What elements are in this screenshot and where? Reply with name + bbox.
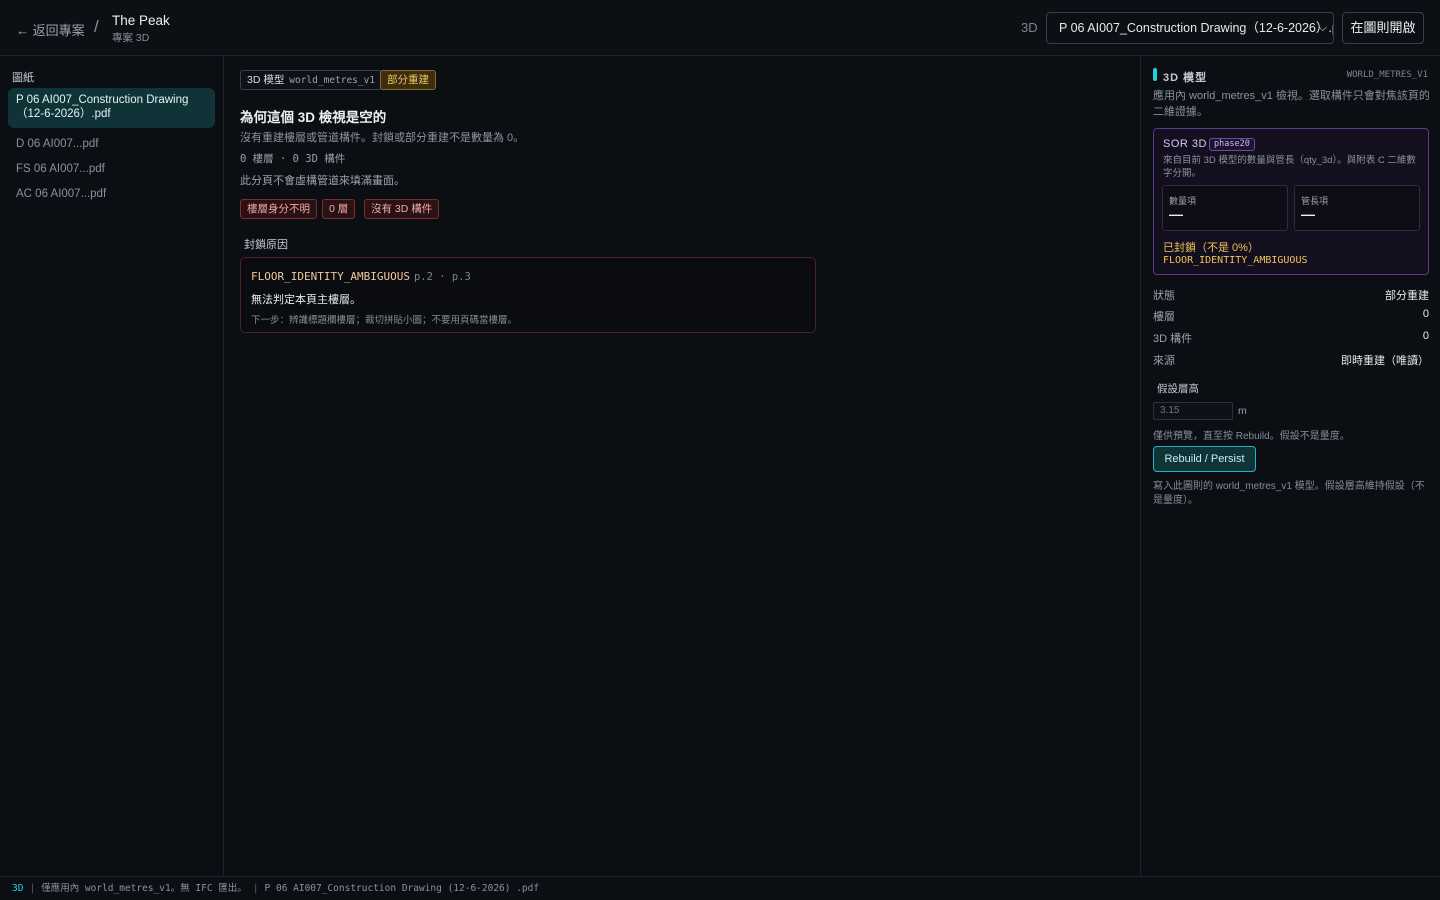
kv-value: 即時重建（唯讀）: [1341, 355, 1429, 367]
sor-3d-card: SOR 3D phase20 來自目前 3D 模型的數量與管長（qty_3d）。…: [1153, 128, 1429, 275]
kv-row-components: 3D 構件 0: [1153, 330, 1429, 346]
status-bar: 3D | 僅應用內 world_metres_v1。無 IFC 匯出。 | P 06 A…: [0, 876, 1440, 900]
tag-floor-unknown: 樓層身分不明: [240, 199, 317, 219]
tag-zero-floors: 0 層: [322, 199, 356, 219]
open-in-drawing-button[interactable]: 在圖則開啟: [1342, 12, 1424, 44]
empty-state-description: 沒有重建樓層或管道構件。封鎖或部分重建不是數量為 0。: [240, 132, 525, 144]
sidebar-file-item[interactable]: AC 06 AI007...pdf: [8, 188, 215, 200]
sidebar-file-item[interactable]: FS 06 AI007...pdf: [8, 163, 215, 175]
model-chip-code: world_metres_v1: [289, 75, 376, 86]
footer-note: 僅應用內 world_metres_v1。無 IFC 匯出。: [41, 883, 247, 894]
drawing-select[interactable]: P 06 AI007_Construction Drawing（12-6-202…: [1046, 12, 1334, 44]
qty-stat-value: —: [1169, 206, 1183, 222]
kv-key: 3D 構件: [1153, 333, 1193, 345]
kv-value: 0: [1422, 330, 1429, 342]
reason-code-text: FLOOR_IDENTITY_AMBIGUOUS: [251, 270, 410, 283]
status-badge: 部分重建: [380, 70, 436, 90]
top-bar: ← 返回專案 / The Peak 專案 3D 3D P 06 AI007_Co…: [0, 0, 1440, 56]
sor-description: 來自目前 3D 模型的數量與管長（qty_3d）。與附表 C 二維數字分開。: [1163, 155, 1416, 179]
drawings-sidebar: 圖紙 P 06 AI007_Construction Drawing（12-6-…: [0, 56, 224, 876]
panel-model-tag: WORLD_METRES_V1: [1346, 70, 1428, 80]
footer-file: P 06 AI007_Construction Drawing (12-6-20…: [264, 883, 540, 894]
empty-state-title: 為何這個 3D 檢視是空的: [240, 110, 387, 125]
model-chip-label: 3D 模型: [247, 74, 285, 86]
footer-separator: |: [29, 883, 36, 894]
assumed-height-label: 假設層高: [1157, 383, 1199, 395]
qty-stat-box: 數量項 —: [1162, 185, 1288, 231]
kv-value: 部分重建: [1385, 290, 1429, 302]
sidebar-heading: 圖紙: [12, 72, 34, 84]
sor-title: SOR 3D: [1163, 138, 1207, 150]
project-subtitle: 專案 3D: [112, 32, 150, 44]
reason-next-step: 下一步：辨識標題欄樓層；裁切拼貼小圖；不要用頁碼當樓層。: [251, 315, 518, 326]
panel-description: 應用內 world_metres_v1 檢視。選取構件只會對焦該頁的二維證據。: [1153, 90, 1430, 118]
model-side-panel: 3D 模型 WORLD_METRES_V1 應用內 world_metres_v…: [1140, 56, 1440, 876]
kv-row-status: 狀態 部分重建: [1153, 287, 1429, 303]
sor-locked-status: 已封鎖（不是 0%）: [1163, 242, 1259, 254]
sor-locked-code: FLOOR_IDENTITY_AMBIGUOUS: [1163, 255, 1308, 266]
length-stat-value: —: [1301, 206, 1315, 222]
mode-label: 3D: [1021, 20, 1038, 35]
count-summary: 0 樓層 · 0 3D 構件: [240, 153, 346, 165]
rebuild-persist-button[interactable]: Rebuild / Persist: [1153, 446, 1256, 472]
reason-pages: p.2 · p.3: [413, 271, 471, 283]
model-chip: 3D 模型 world_metres_v1: [240, 70, 383, 90]
block-reason-card: FLOOR_IDENTITY_AMBIGUOUS p.2 · p.3 無法判定本頁…: [240, 257, 816, 333]
no-fake-note: 此分頁不會虛構管道來填滿畫面。: [240, 175, 405, 187]
panel-title: 3D 模型: [1163, 72, 1208, 84]
project-title: The Peak: [112, 13, 170, 28]
kv-row-source: 來源 即時重建（唯讀）: [1153, 352, 1429, 368]
back-to-project-link[interactable]: ← 返回專案: [16, 20, 85, 39]
floor-height-input[interactable]: 3.15: [1153, 402, 1233, 420]
reason-text: 無法判定本頁主樓層。: [251, 294, 361, 306]
kv-row-floors: 樓層 0: [1153, 308, 1429, 324]
main-viewport: 3D 模型 world_metres_v1 部分重建 為何這個 3D 檢視是空的…: [224, 56, 1140, 876]
panel-accent-bar: [1153, 68, 1157, 81]
kv-key: 來源: [1153, 355, 1175, 367]
drawing-select-value: P 06 AI007_Construction Drawing（12-6-202…: [1059, 21, 1334, 35]
sidebar-file-item[interactable]: D 06 AI007...pdf: [8, 138, 215, 150]
height-unit: m: [1238, 405, 1247, 417]
sidebar-file-active[interactable]: P 06 AI007_Construction Drawing（12-6-202…: [8, 88, 215, 128]
chevron-down-icon: ⌵: [1318, 22, 1327, 34]
footer-separator: |: [252, 883, 259, 894]
preview-note: 僅供預覽，直至按 Rebuild。假設不是量度。: [1153, 431, 1350, 442]
write-note: 寫入此圖則的 world_metres_v1 模型。假設層高維持假設（不是量度）…: [1153, 481, 1425, 506]
length-stat-box: 管長項 —: [1294, 185, 1420, 231]
block-reason-heading: 封鎖原因: [244, 239, 288, 251]
sor-phase-badge: phase20: [1209, 138, 1255, 151]
kv-key: 樓層: [1153, 311, 1175, 323]
footer-mode: 3D: [12, 883, 24, 894]
kv-key: 狀態: [1153, 290, 1175, 302]
reason-code: FLOOR_IDENTITY_AMBIGUOUS p.2 · p.3: [251, 270, 471, 283]
breadcrumb-separator: /: [94, 17, 99, 36]
tag-no-components: 沒有 3D 構件: [364, 199, 440, 219]
kv-value: 0: [1422, 308, 1429, 320]
